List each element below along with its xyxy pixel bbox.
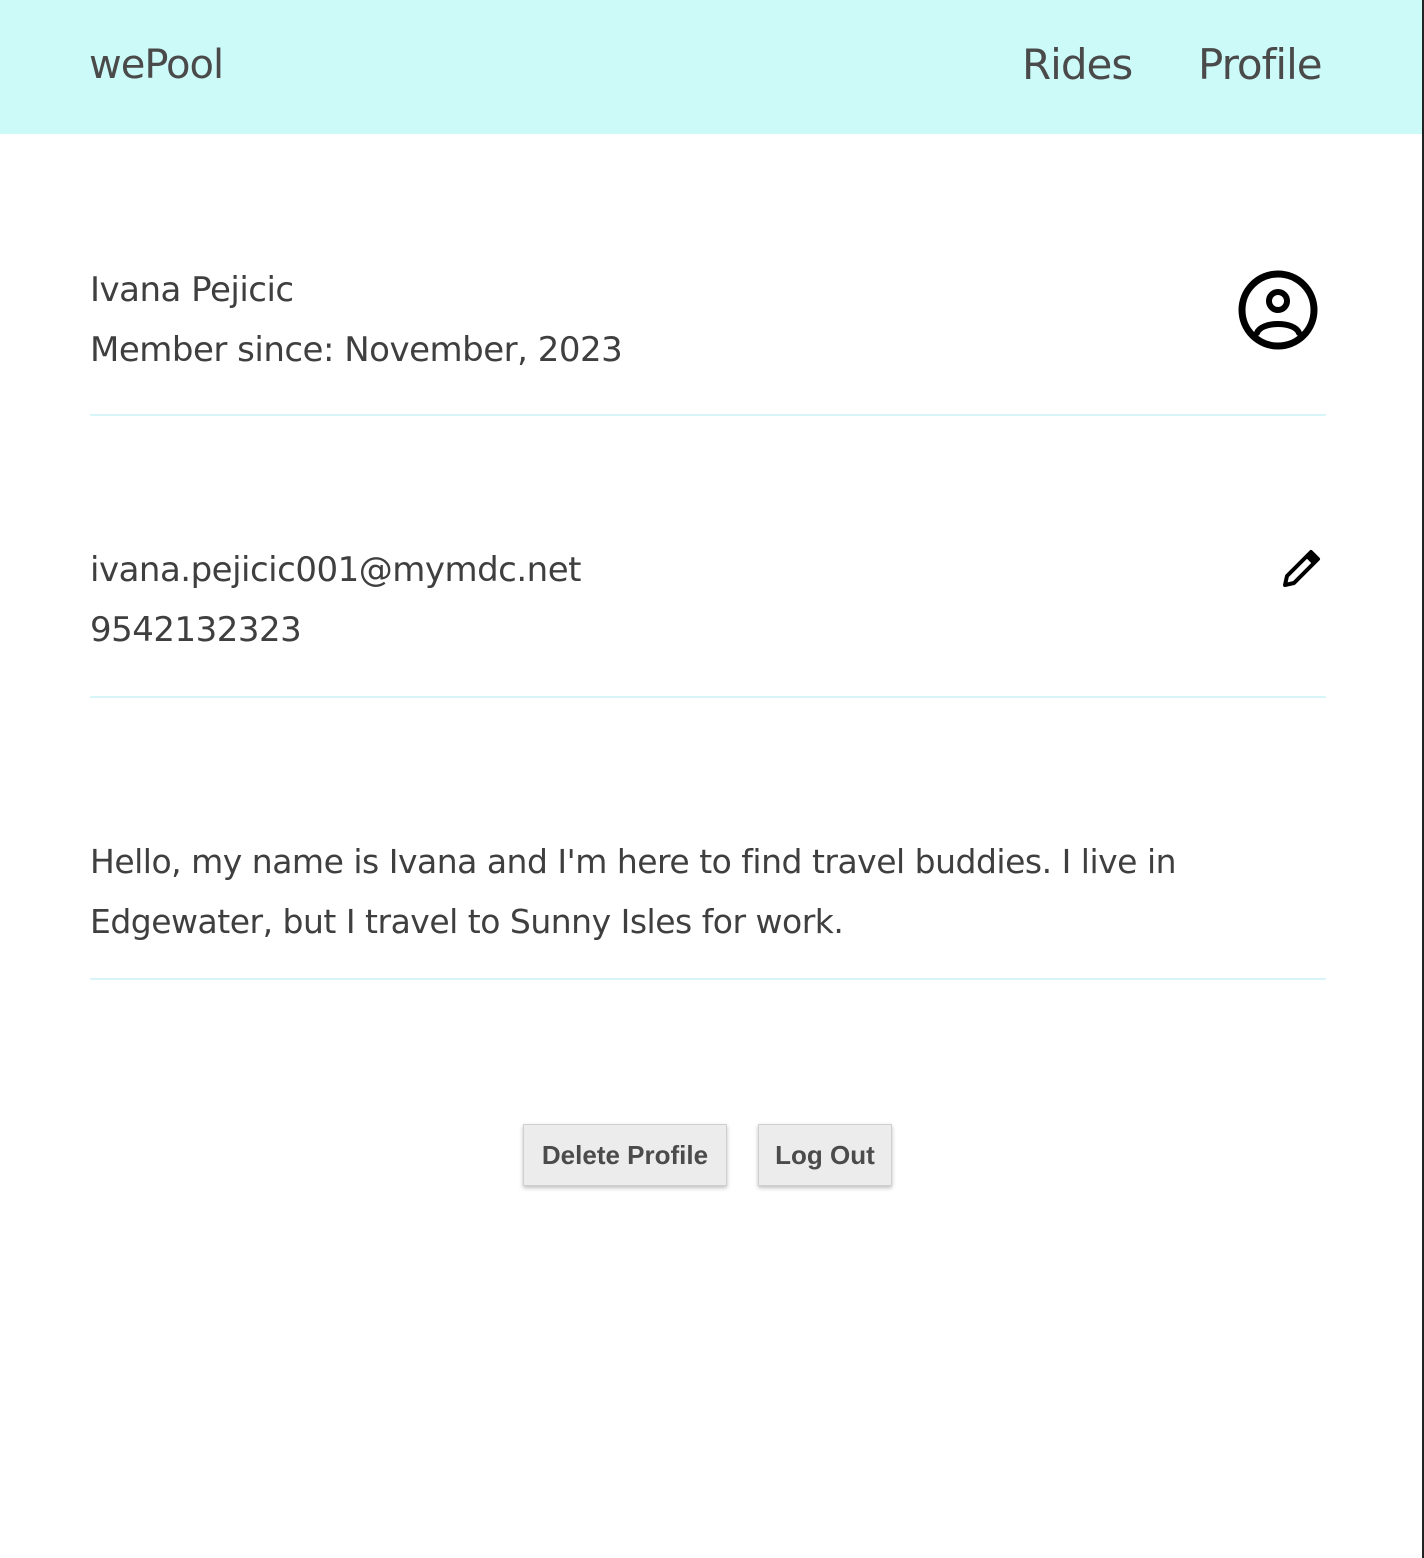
profile-bio: Hello, my name is Ivana and I'm here to … (90, 842, 1177, 941)
profile-identity-section: Ivana Pejicic Member since: November, 20… (90, 250, 1326, 416)
profile-name: Ivana Pejicic (90, 270, 294, 310)
top-navbar: wePool Rides Profile (0, 0, 1422, 134)
brand-logo-link[interactable]: wePool (89, 42, 224, 88)
member-since: Member since: November, 2023 (90, 330, 623, 370)
user-circle-icon (1238, 270, 1318, 350)
nav-link-rides[interactable]: Rides (1022, 40, 1133, 89)
profile-email: ivana.pejicic001@mymdc.net (90, 550, 581, 590)
pencil-icon[interactable] (1282, 548, 1322, 588)
profile-phone: 9542132323 (90, 610, 302, 650)
nav-link-profile[interactable]: Profile (1198, 40, 1323, 89)
log-out-button[interactable]: Log Out (758, 1124, 892, 1186)
delete-profile-button[interactable]: Delete Profile (523, 1124, 727, 1186)
profile-contact-section: ivana.pejicic001@mymdc.net 9542132323 (90, 530, 1326, 698)
profile-bio-section: Hello, my name is Ivana and I'm here to … (90, 820, 1326, 980)
